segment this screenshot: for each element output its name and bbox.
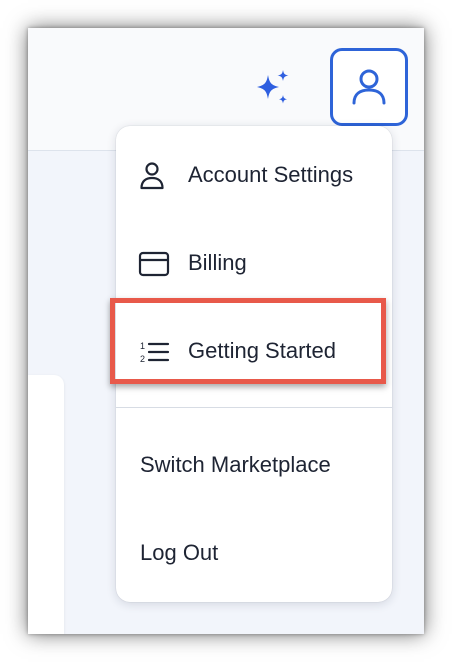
app-window: Account Settings Billing 1 2 Getting Sta… bbox=[28, 28, 424, 634]
menu-item-log-out[interactable]: Log Out bbox=[116, 523, 392, 583]
svg-text:1: 1 bbox=[140, 341, 145, 351]
menu-item-label: Getting Started bbox=[188, 338, 336, 363]
credit-card-icon bbox=[138, 250, 170, 278]
menu-item-getting-started[interactable]: 1 2 Getting Started bbox=[116, 321, 392, 381]
menu-item-switch-marketplace[interactable]: Switch Marketplace bbox=[116, 435, 392, 495]
menu-divider bbox=[116, 407, 392, 408]
content-card bbox=[28, 375, 64, 634]
menu-item-label: Account Settings bbox=[188, 162, 354, 187]
svg-text:2: 2 bbox=[140, 354, 145, 364]
numbered-list-icon: 1 2 bbox=[138, 338, 170, 366]
sparkles-icon[interactable] bbox=[253, 69, 293, 107]
menu-item-label: Switch Marketplace bbox=[140, 452, 331, 477]
profile-dropdown-menu: Account Settings Billing 1 2 Getting Sta… bbox=[116, 126, 392, 602]
user-icon bbox=[352, 69, 386, 105]
profile-menu-button[interactable] bbox=[330, 48, 408, 126]
menu-item-account-settings[interactable]: Account Settings bbox=[116, 145, 392, 205]
menu-item-label: Billing bbox=[188, 250, 247, 275]
menu-item-billing[interactable]: Billing bbox=[116, 233, 392, 293]
user-icon bbox=[138, 162, 170, 190]
menu-item-label: Log Out bbox=[140, 540, 219, 565]
